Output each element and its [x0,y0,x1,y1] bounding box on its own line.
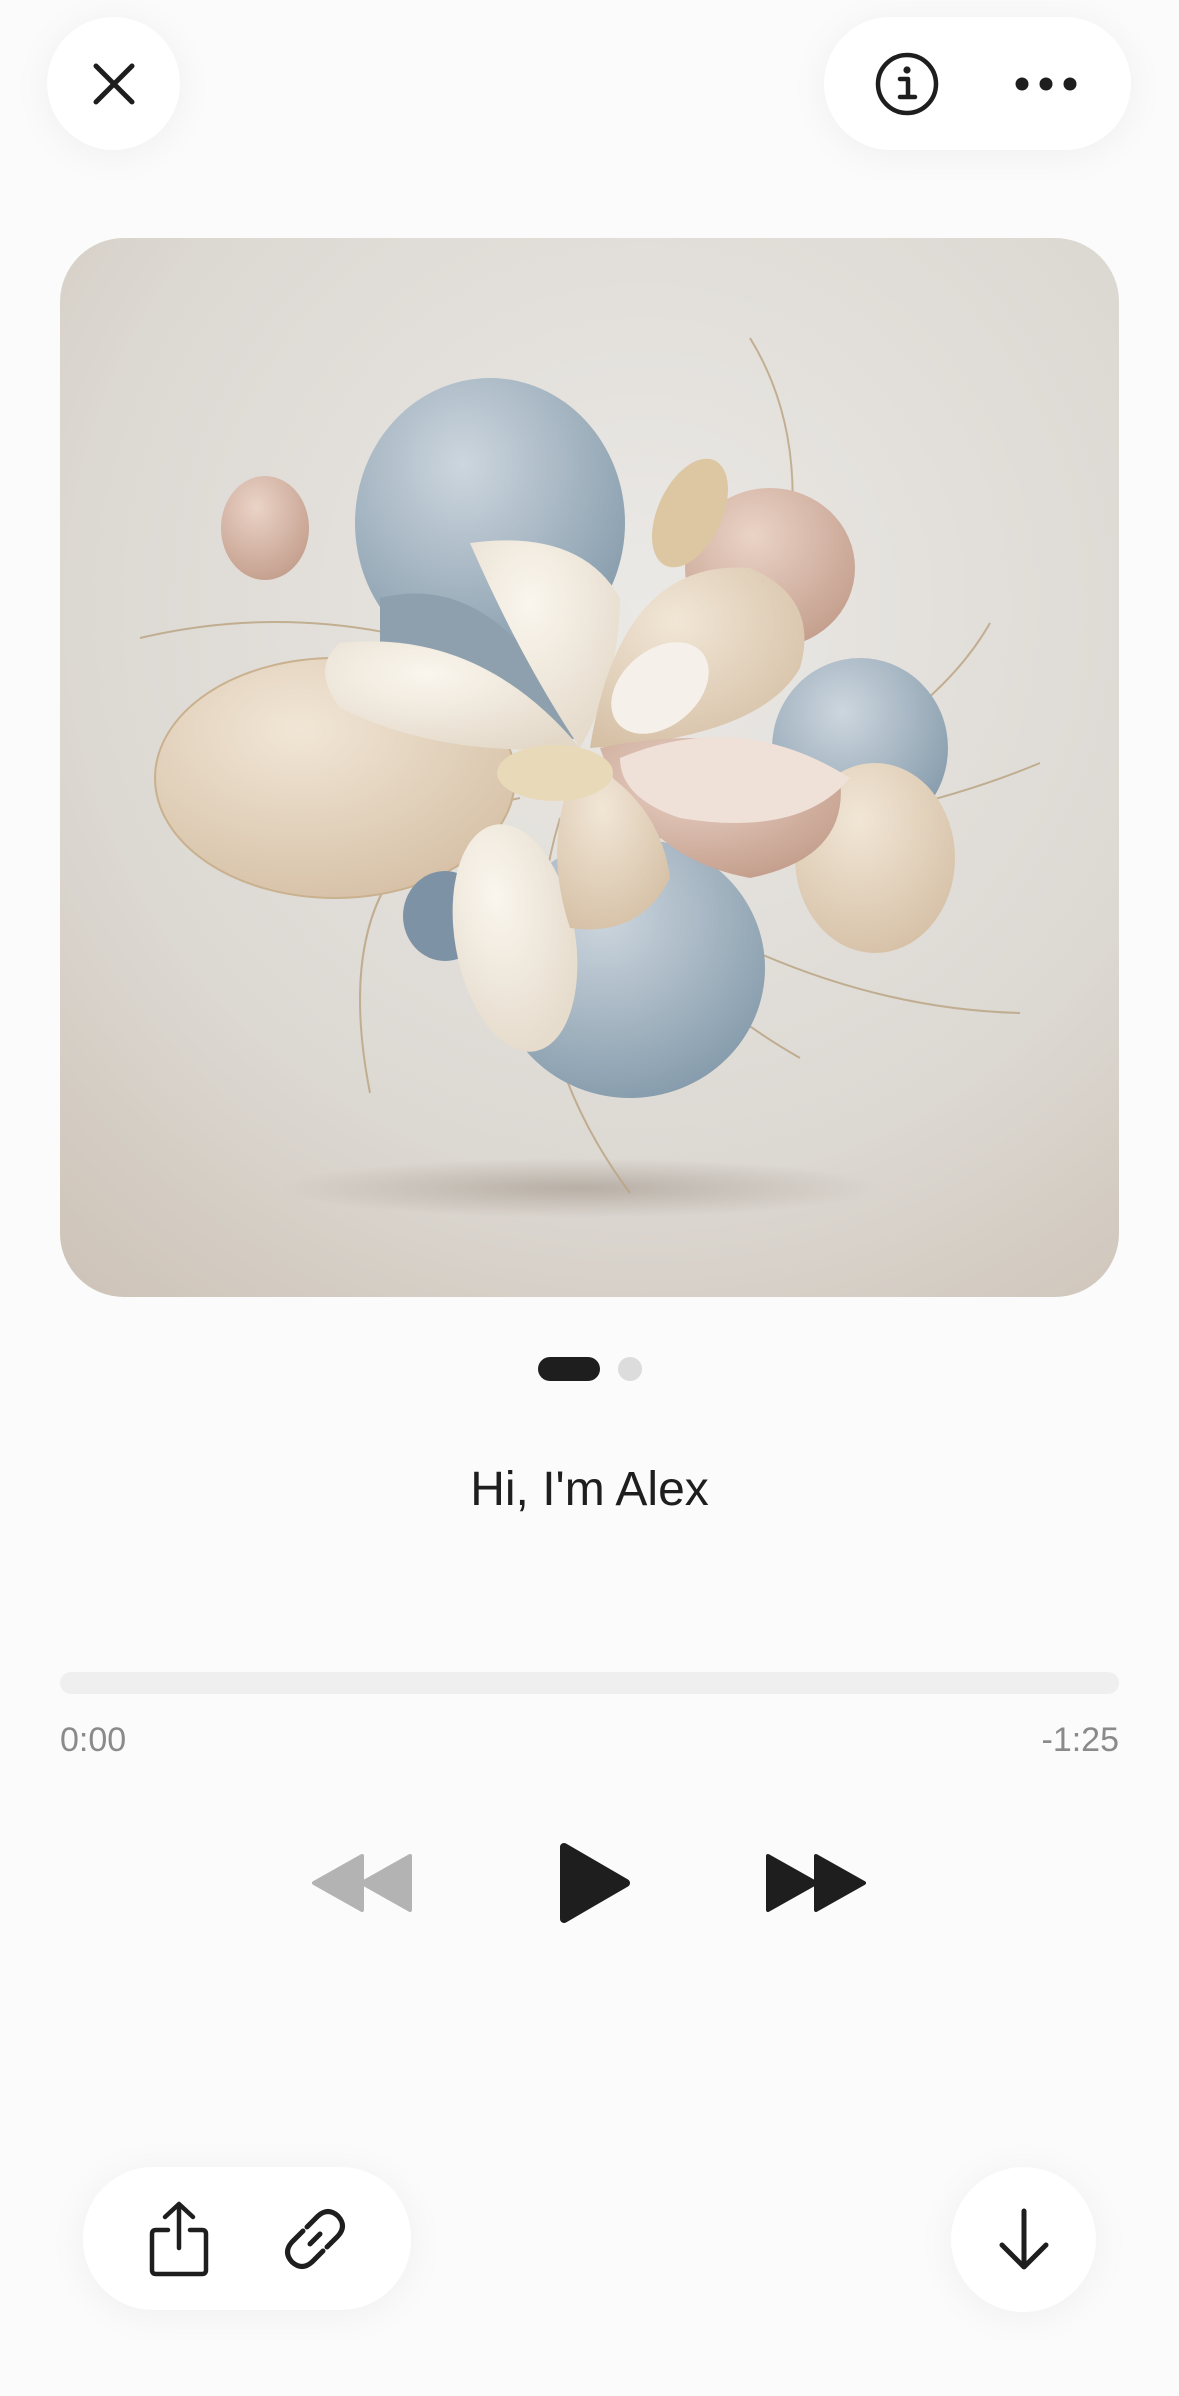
copy-link-button[interactable] [270,2194,360,2284]
page-dot[interactable] [617,1357,642,1381]
close-button[interactable] [47,17,180,150]
header-actions [824,17,1131,150]
share-actions [83,2167,411,2310]
info-icon [875,52,939,115]
elapsed-time: 0:00 [60,1721,127,1759]
page-indicator[interactable] [0,1357,1179,1381]
more-button[interactable] [1001,39,1091,129]
remaining-time: -1:25 [1041,1721,1120,1759]
more-icon [1015,77,1077,90]
play-button[interactable] [540,1820,650,1946]
playback-progress-bar[interactable] [60,1672,1119,1694]
share-icon [149,2201,209,2276]
abstract-floral-artwork [60,238,1119,1297]
audio-player-screen: Hi, I'm Alex 0:00 -1:25 [0,0,1179,2396]
close-icon [93,63,134,104]
rewind-icon [312,1854,412,1912]
download-button[interactable] [951,2167,1096,2312]
page-dot-active[interactable] [537,1357,600,1381]
play-icon [560,1843,630,1923]
playback-controls [0,1820,1179,1946]
link-icon [285,2208,345,2269]
track-title: Hi, I'm Alex [470,1463,709,1516]
share-button[interactable] [134,2194,224,2284]
album-artwork[interactable] [60,238,1119,1297]
fast-forward-icon [766,1854,866,1912]
fast-forward-button[interactable] [756,1820,876,1946]
download-icon [999,2208,1048,2269]
info-button[interactable] [862,39,952,129]
rewind-button[interactable] [302,1820,422,1946]
